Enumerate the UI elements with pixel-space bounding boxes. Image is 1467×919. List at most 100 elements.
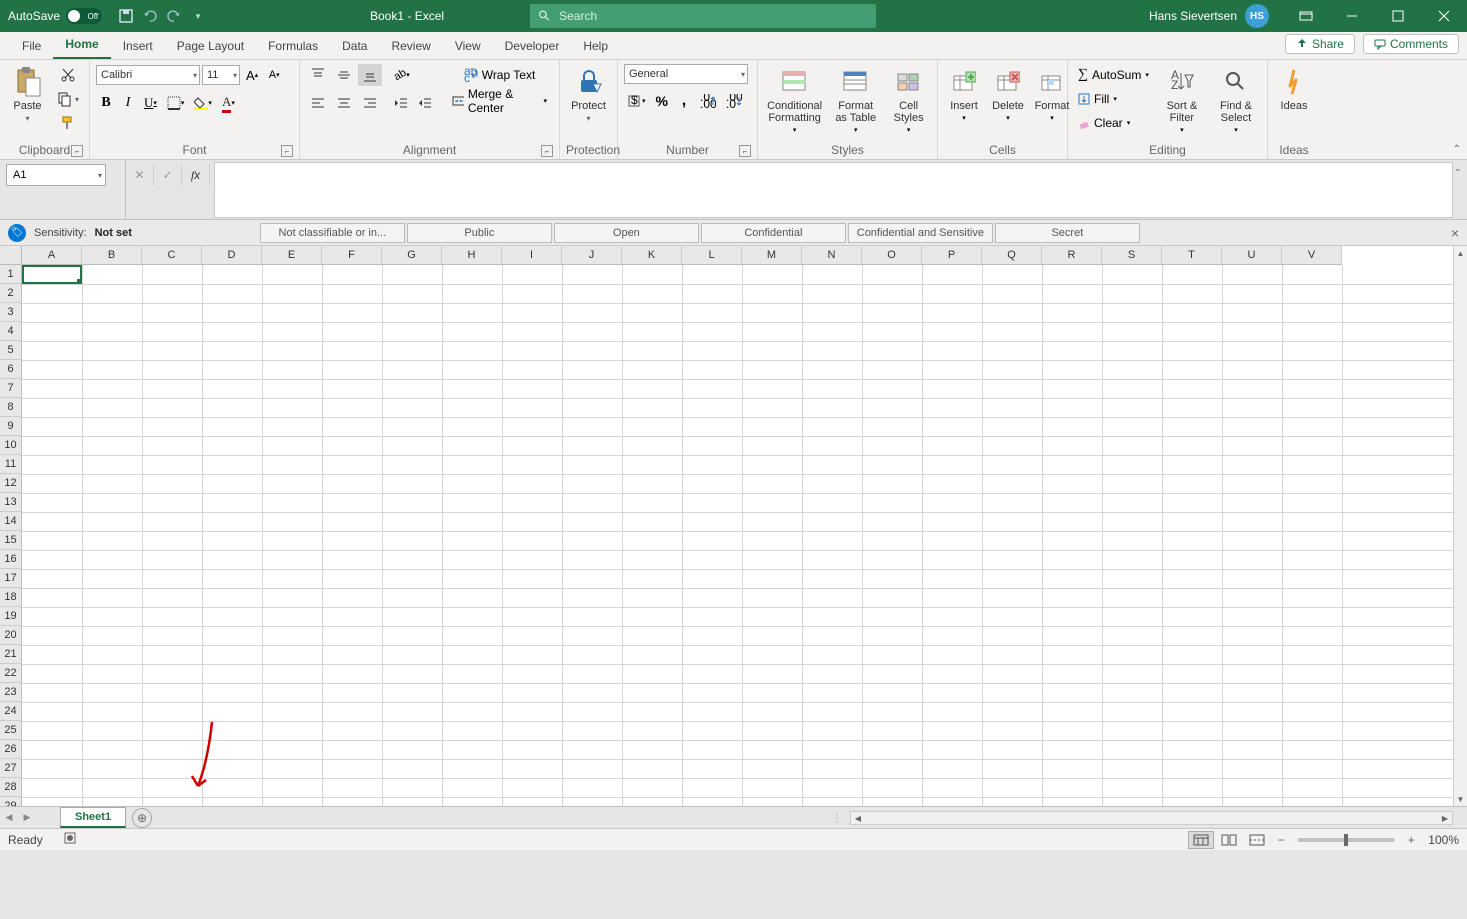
- user-name[interactable]: Hans Sievertsen: [1149, 9, 1245, 23]
- zoom-out-button[interactable]: −: [1272, 833, 1290, 847]
- select-all-corner[interactable]: [0, 246, 22, 265]
- tab-file[interactable]: File: [10, 33, 53, 59]
- borders-button[interactable]: ▾: [163, 92, 189, 114]
- sheet-nav-prev[interactable]: ◀: [0, 808, 18, 828]
- insert-cells-button[interactable]: Insert▾: [944, 64, 984, 124]
- tab-review[interactable]: Review: [379, 33, 442, 59]
- view-page-layout-button[interactable]: [1216, 831, 1242, 849]
- tab-developer[interactable]: Developer: [493, 33, 572, 59]
- ribbon-display-icon[interactable]: [1283, 0, 1329, 32]
- maximize-button[interactable]: [1375, 0, 1421, 32]
- row-header[interactable]: 28: [0, 778, 22, 797]
- enter-formula-button[interactable]: ✓: [154, 164, 182, 186]
- column-header[interactable]: C: [142, 246, 202, 265]
- column-header[interactable]: K: [622, 246, 682, 265]
- comments-button[interactable]: Comments: [1363, 34, 1459, 54]
- decrease-font-button[interactable]: A▾: [264, 64, 284, 86]
- save-icon[interactable]: [118, 8, 134, 24]
- column-header[interactable]: E: [262, 246, 322, 265]
- column-header[interactable]: B: [82, 246, 142, 265]
- orientation-button[interactable]: ab▾: [390, 64, 414, 86]
- row-header[interactable]: 1: [0, 265, 22, 284]
- column-header[interactable]: T: [1162, 246, 1222, 265]
- row-header[interactable]: 5: [0, 341, 22, 360]
- paste-button[interactable]: Paste ▾: [6, 64, 49, 125]
- fill-color-button[interactable]: ▾: [190, 92, 216, 114]
- decrease-decimal-button[interactable]: .00.0: [722, 90, 746, 112]
- close-button[interactable]: [1421, 0, 1467, 32]
- column-header[interactable]: A: [22, 246, 82, 265]
- horizontal-scrollbar[interactable]: ◀▶: [850, 811, 1453, 825]
- row-header[interactable]: 20: [0, 626, 22, 645]
- column-header[interactable]: M: [742, 246, 802, 265]
- row-header[interactable]: 4: [0, 322, 22, 341]
- column-header[interactable]: Q: [982, 246, 1042, 265]
- increase-decimal-button[interactable]: .0.00: [696, 90, 720, 112]
- column-header[interactable]: P: [922, 246, 982, 265]
- clipboard-dialog-launcher[interactable]: ⌐: [71, 145, 83, 157]
- ideas-button[interactable]: Ideas: [1274, 64, 1314, 114]
- font-size-combo[interactable]: 11: [202, 65, 240, 85]
- conditional-formatting-button[interactable]: Conditional Formatting▾: [764, 64, 825, 136]
- search-box[interactable]: [530, 4, 876, 28]
- sens-public[interactable]: Public: [407, 223, 552, 243]
- row-header[interactable]: 27: [0, 759, 22, 778]
- column-header[interactable]: H: [442, 246, 502, 265]
- increase-font-button[interactable]: A▴: [242, 64, 262, 86]
- row-header[interactable]: 19: [0, 607, 22, 626]
- row-header[interactable]: 24: [0, 702, 22, 721]
- macro-record-icon[interactable]: [63, 831, 77, 848]
- cancel-formula-button[interactable]: ✕: [126, 164, 154, 186]
- column-header[interactable]: I: [502, 246, 562, 265]
- tab-data[interactable]: Data: [330, 33, 379, 59]
- accounting-format-button[interactable]: $▾: [624, 90, 650, 112]
- format-as-table-button[interactable]: Format as Table▾: [829, 64, 882, 136]
- increase-indent-button[interactable]: [414, 92, 436, 114]
- column-header[interactable]: S: [1102, 246, 1162, 265]
- row-header[interactable]: 23: [0, 683, 22, 702]
- font-name-combo[interactable]: Calibri: [96, 65, 200, 85]
- row-header[interactable]: 22: [0, 664, 22, 683]
- align-middle-button[interactable]: [332, 64, 356, 86]
- format-cells-button[interactable]: Format▾: [1032, 64, 1072, 124]
- row-header[interactable]: 8: [0, 398, 22, 417]
- row-header[interactable]: 13: [0, 493, 22, 512]
- copy-button[interactable]: ▾: [53, 88, 83, 110]
- formula-bar[interactable]: ⌄: [214, 162, 1453, 218]
- collapse-ribbon-button[interactable]: ⌃: [1453, 144, 1461, 155]
- column-header[interactable]: J: [562, 246, 622, 265]
- user-avatar[interactable]: HS: [1245, 4, 1269, 28]
- row-header[interactable]: 11: [0, 455, 22, 474]
- row-header[interactable]: 14: [0, 512, 22, 531]
- fill-button[interactable]: Fill▾: [1074, 88, 1153, 110]
- tab-split-handle[interactable]: ⋮: [832, 813, 843, 824]
- alignment-dialog-launcher[interactable]: ⌐: [541, 145, 553, 157]
- row-header[interactable]: 7: [0, 379, 22, 398]
- tab-formulas[interactable]: Formulas: [256, 33, 330, 59]
- find-select-button[interactable]: Find & Select▾: [1211, 64, 1261, 136]
- column-header[interactable]: O: [862, 246, 922, 265]
- autosave-control[interactable]: AutoSave Off: [0, 8, 110, 24]
- tab-help[interactable]: Help: [571, 33, 620, 59]
- name-box[interactable]: A1: [6, 164, 106, 186]
- column-header[interactable]: D: [202, 246, 262, 265]
- row-header[interactable]: 12: [0, 474, 22, 493]
- zoom-in-button[interactable]: +: [1402, 833, 1420, 847]
- font-dialog-launcher[interactable]: ⌐: [281, 145, 293, 157]
- tab-view[interactable]: View: [443, 33, 493, 59]
- row-header[interactable]: 17: [0, 569, 22, 588]
- italic-button[interactable]: I: [118, 92, 138, 114]
- undo-icon[interactable]: [142, 8, 158, 24]
- align-bottom-button[interactable]: [358, 64, 382, 86]
- tab-page-layout[interactable]: Page Layout: [165, 33, 256, 59]
- sensitivity-close-button[interactable]: ×: [1451, 225, 1459, 241]
- percent-button[interactable]: %: [652, 90, 672, 112]
- column-header[interactable]: G: [382, 246, 442, 265]
- underline-button[interactable]: U▾: [140, 92, 161, 114]
- comma-button[interactable]: ,: [674, 90, 694, 112]
- align-right-button[interactable]: [358, 92, 382, 114]
- view-normal-button[interactable]: [1188, 831, 1214, 849]
- search-input[interactable]: [559, 9, 868, 23]
- minimize-button[interactable]: [1329, 0, 1375, 32]
- sheet-nav-next[interactable]: ▶: [18, 808, 36, 828]
